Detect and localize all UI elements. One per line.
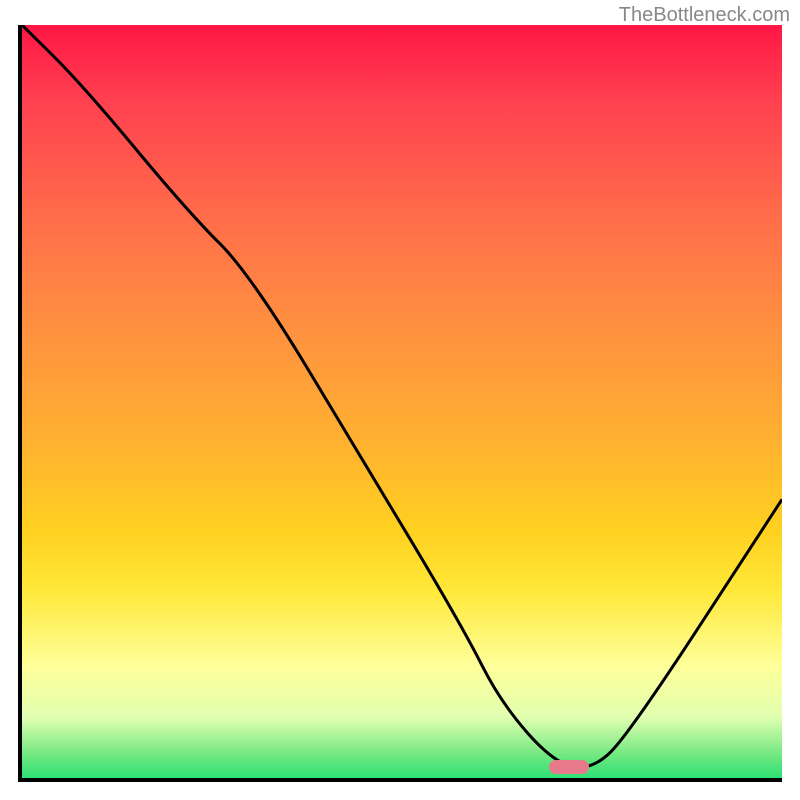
curve-path <box>22 25 782 767</box>
optimal-marker <box>549 760 589 774</box>
watermark-text: TheBottleneck.com <box>619 4 790 27</box>
bottleneck-curve <box>22 25 782 778</box>
plot-area <box>18 25 782 782</box>
chart-container: TheBottleneck.com <box>0 0 800 800</box>
